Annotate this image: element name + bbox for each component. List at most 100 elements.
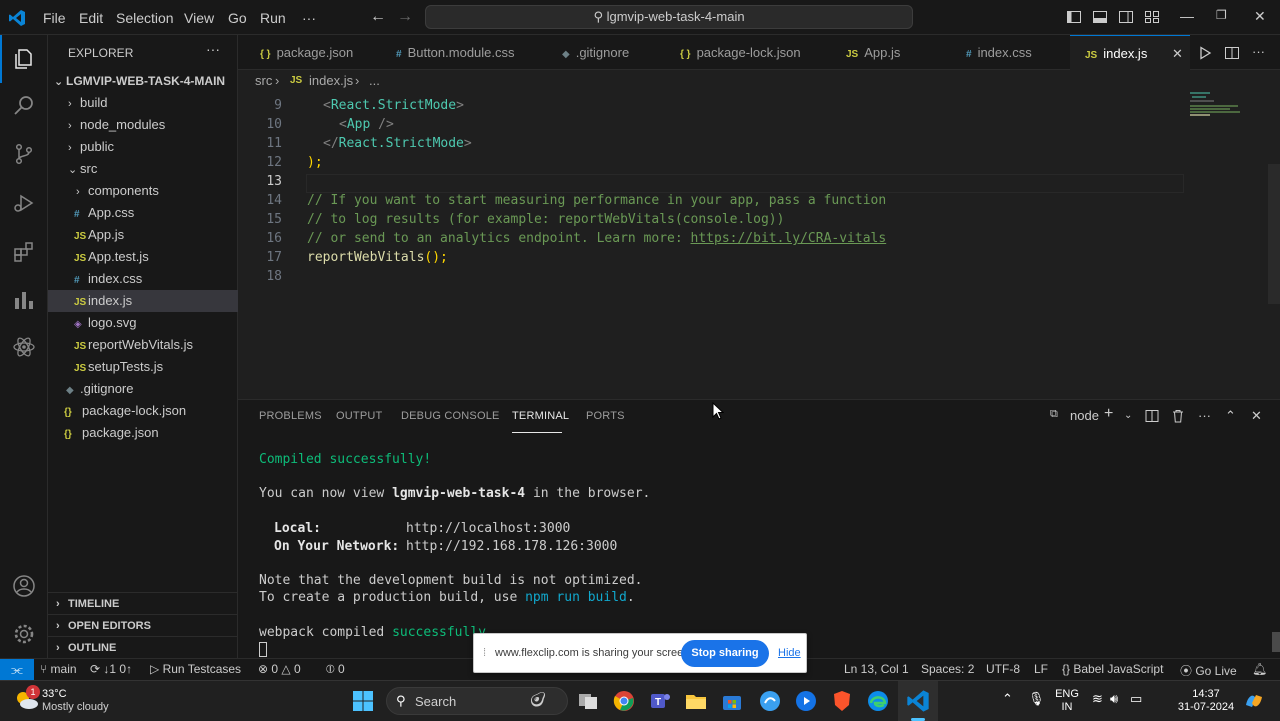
chevron-down-icon[interactable]: ⌄ [1124,410,1132,421]
breadcrumb-file[interactable]: index.js [309,70,353,92]
code-link[interactable]: https://bit.ly/CRA-vitals [691,231,887,246]
terminal-name[interactable]: node [1070,408,1099,423]
tree-folder-src[interactable]: ⌄ src [48,158,238,180]
trash-icon[interactable] [1171,409,1185,423]
explorer-root-folder[interactable]: ⌄ LGMVIP-WEB-TASK-4-MAIN [48,70,238,92]
problems-indicator[interactable]: ⊗ 0 △ 0 [258,662,301,676]
toggle-primary-sidebar-icon[interactable] [1066,9,1082,25]
ports-indicator[interactable]: ⦶ 0 [326,662,345,677]
command-center-search[interactable]: ⚲ lgmvip-web-task-4-main [425,5,913,29]
panel-tab-problems[interactable]: PROBLEMS [259,410,322,422]
tree-file-index-css[interactable]: # index.css [48,268,238,290]
react-icon[interactable] [12,335,36,359]
tab-package-lock-json[interactable]: { } package-lock.json [664,35,832,70]
indentation[interactable]: Spaces: 2 [921,662,974,676]
split-terminal-icon[interactable] [1145,409,1159,423]
cursor-position[interactable]: Ln 13, Col 1 [844,662,909,676]
split-editor-icon[interactable] [1224,45,1240,61]
tab-package-json[interactable]: { } package.json [238,35,378,70]
menu-more[interactable]: ··· [302,10,316,26]
task-view-icon[interactable] [576,689,600,713]
panel-tab-output[interactable]: OUTPUT [336,410,382,422]
new-terminal-plus-icon[interactable]: + [1104,405,1113,423]
toggle-panel-icon[interactable] [1092,9,1108,25]
chart-view-icon[interactable] [12,288,36,312]
tab-button-module-css[interactable]: # Button.module.css [378,35,544,70]
toggle-secondary-sidebar-icon[interactable] [1118,9,1134,25]
tree-file-index-js[interactable]: JS index.js [48,290,238,312]
terminal-link[interactable]: http://192.168.178.126:3000 [406,538,617,555]
tree-file-setup-tests[interactable]: JS setupTests.js [48,356,238,378]
forward-arrow-icon[interactable]: → [397,8,413,26]
menu-selection[interactable]: Selection [116,10,174,26]
run-file-icon[interactable] [1198,46,1212,60]
taskbar-search[interactable]: ⚲ Search 🥑︎ [386,687,568,715]
back-arrow-icon[interactable]: ← [370,8,386,26]
battery-icon[interactable]: ▭ [1130,692,1142,705]
tab-gitignore[interactable]: ◆ .gitignore [544,35,664,70]
restore-icon[interactable]: ❐ [1216,8,1227,22]
explorer-icon[interactable] [12,47,36,71]
language-mode[interactable]: {} Babel JavaScript [1062,662,1163,676]
code-editor[interactable]: 9 10 11 12 13 14 15 16 17 18 <React.Stri… [238,92,1280,399]
menu-run[interactable]: Run [260,10,286,26]
maximize-panel-icon[interactable]: ⌃ [1225,408,1236,424]
file-explorer-icon[interactable] [684,689,708,713]
section-outline[interactable]: › OUTLINE [48,636,238,658]
tray-overflow-icon[interactable]: ⌃ [1002,692,1013,705]
close-panel-icon[interactable]: ✕ [1251,408,1262,424]
panel-tab-terminal[interactable]: TERMINAL [512,410,569,422]
menu-view[interactable]: View [184,10,214,26]
extensions-icon[interactable] [12,240,36,264]
teams-icon[interactable]: T [648,689,672,713]
weather-desc[interactable]: Mostly cloudy [42,701,109,713]
tree-file-app-js[interactable]: JS App.js [48,224,238,246]
copilot-icon[interactable] [1242,689,1266,713]
customize-layout-icon[interactable] [1144,9,1160,25]
tree-file-gitignore[interactable]: ◆ .gitignore [48,378,238,400]
breadcrumb-symbol[interactable]: ... [369,70,380,92]
go-live[interactable]: ⦿ Go Live [1180,662,1237,679]
minimize-icon[interactable]: — [1180,8,1194,24]
clock[interactable]: 14:37 31-07-2024 [1176,688,1236,714]
tree-folder-build[interactable]: › build [48,92,238,114]
run-testcases[interactable]: ▷ Run Testcases [150,662,241,676]
editor-scrollbar[interactable] [1268,164,1280,304]
remote-indicator-icon[interactable]: ⫘ [0,659,34,681]
tree-folder-public[interactable]: › public [48,136,238,158]
menu-go[interactable]: Go [228,10,247,26]
git-sync[interactable]: ⟳ ↓1 0↑ [90,662,132,676]
breadcrumb-folder[interactable]: src [255,70,272,92]
notifications-bell-icon[interactable]: 🔔︎ [1252,662,1267,676]
panel-more-icon[interactable]: ··· [1198,408,1211,423]
tab-close-icon[interactable]: ✕ [1172,36,1183,71]
encoding[interactable]: UTF-8 [986,662,1020,676]
brave-browser-icon[interactable] [830,689,854,713]
drag-handle-icon[interactable]: ⁞ [483,647,486,659]
panel-tab-debug-console[interactable]: DEBUG CONSOLE [401,410,500,422]
input-language[interactable]: ENG IN [1052,688,1082,714]
editor-more-icon[interactable]: ··· [1252,44,1265,59]
tree-folder-components[interactable]: › components [48,180,238,202]
tab-index-css[interactable]: # index.css [948,35,1070,70]
hide-link[interactable]: Hide [778,647,801,659]
wifi-icon[interactable]: ≋ [1092,692,1103,705]
microsoft-store-icon[interactable] [720,689,744,713]
tree-file-package-json[interactable]: {} package.json [48,422,238,444]
menu-file[interactable]: File [43,10,66,26]
panel-tab-ports[interactable]: PORTS [586,410,625,422]
terminal-scrollbar[interactable] [1272,632,1280,652]
close-window-icon[interactable]: ✕ [1254,8,1266,25]
windows-start-icon[interactable] [351,689,375,713]
volume-icon[interactable]: 🔊︎ [1110,692,1118,705]
tab-app-js[interactable]: JS App.js [832,35,948,70]
minimap[interactable] [1190,92,1266,132]
copilot-app-icon[interactable] [758,689,782,713]
end-of-line[interactable]: LF [1034,662,1048,676]
git-branch[interactable]: ⑂ main [40,662,77,676]
tree-file-app-css[interactable]: # App.css [48,202,238,224]
search-view-icon[interactable] [12,93,36,117]
weather-temp[interactable]: 33°C [42,688,67,700]
section-open-editors[interactable]: › OPEN EDITORS [48,614,238,636]
vscode-taskbar-icon[interactable] [906,689,930,713]
